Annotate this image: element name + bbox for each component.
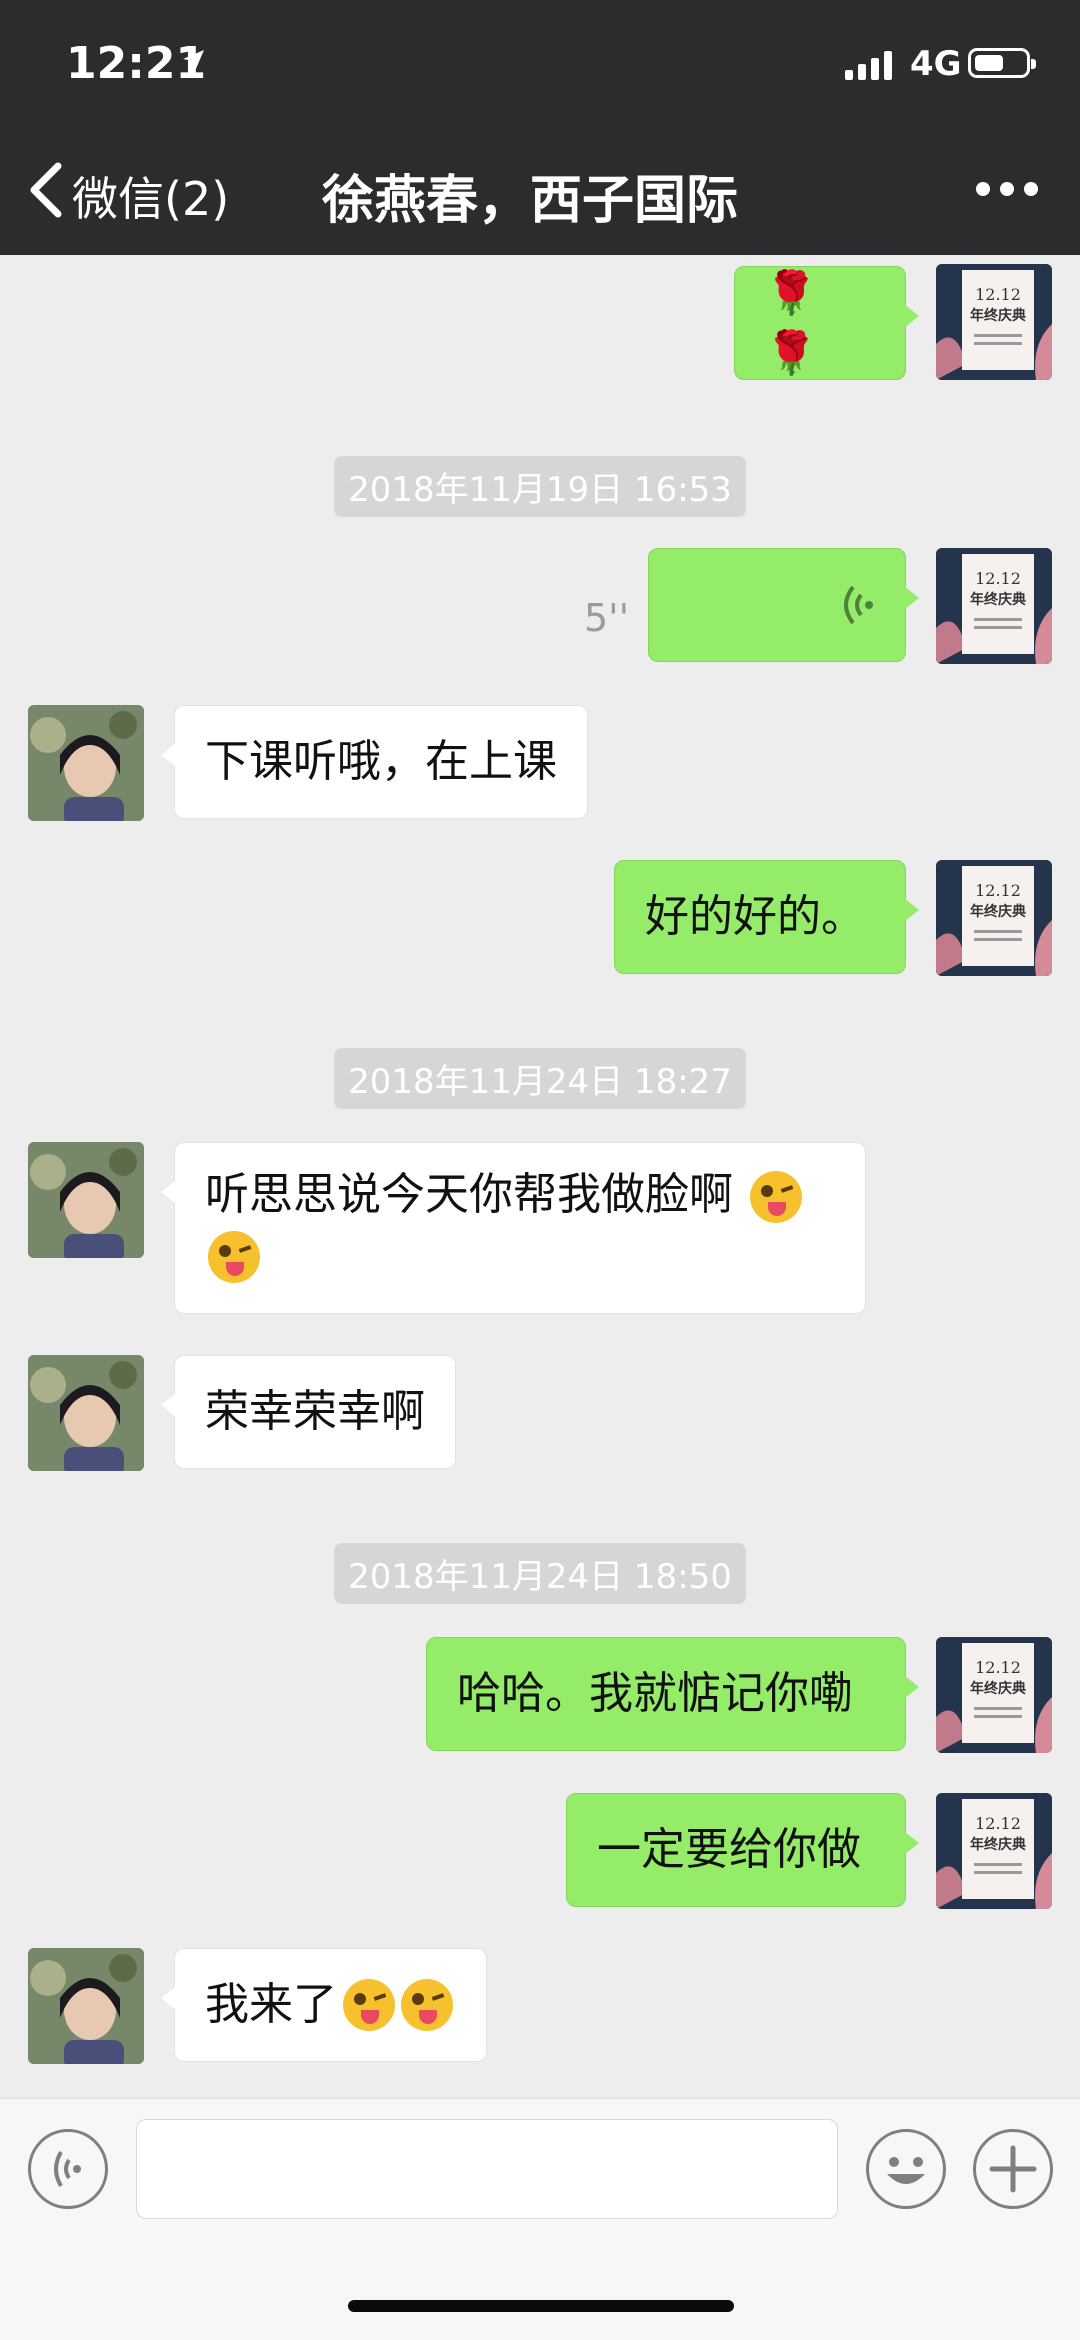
message-bubble-outgoing[interactable]: 一定要给你做 [566,1793,919,1907]
voice-mode-button[interactable] [28,2129,108,2209]
rose-emoji: 🌹🌹 [765,268,840,377]
network-type: 4G [910,44,962,84]
timestamp: 2018年11月24日 18:27 [334,1048,746,1109]
chat-title: 徐燕春，西子国际 [321,171,738,231]
avatar-text-2: 年终庆典 [970,903,1026,920]
message-bubble-outgoing[interactable]: 好的好的。 [614,860,919,974]
emoji-icon [887,2157,925,2184]
plus-icon [989,2145,1037,2193]
timestamp: 2018年11月24日 18:50 [334,1543,746,1604]
avatar-me[interactable]: 12.12 年终庆典 [936,1637,1052,1753]
avatar-friend[interactable] [28,1142,144,1258]
voice-mode-icon [54,2150,81,2188]
battery-icon [968,48,1036,78]
avatar-text-1: 12.12 [975,1814,1021,1833]
voice-message-bubble[interactable] [648,548,919,662]
message-bubble-incoming[interactable]: 我来了 [161,1948,487,2062]
message-text: 我来了 [205,1979,337,2030]
message-bubble-outgoing[interactable]: 🌹🌹 [734,266,919,380]
message-text: 听思思说今天你帮我做脸啊 [205,1169,733,1220]
avatar-friend[interactable] [28,1355,144,1471]
home-indicator[interactable] [348,2300,734,2312]
wink-tongue-emoji [401,1979,453,2031]
avatar-text-1: 12.12 [975,569,1021,588]
message-text: 下课听哦，在上课 [205,736,557,787]
message-input[interactable] [136,2119,838,2219]
timestamp: 2018年11月19日 16:53 [334,456,746,517]
avatar-text-1: 12.12 [975,1658,1021,1677]
signal-icon [845,50,892,80]
avatar-me[interactable]: 12.12 年终庆典 [936,264,1052,380]
avatar-friend[interactable] [28,705,144,821]
wink-tongue-emoji [208,1231,260,1283]
wink-tongue-emoji [750,1171,802,1223]
navigation-header: 12:21 4G 微信(2) 徐燕春，西子国际 [0,0,1080,255]
voice-wave-icon [844,585,873,625]
avatar-me[interactable]: 12.12 年终庆典 [936,1793,1052,1909]
wink-tongue-emoji [343,1979,395,2031]
emoji-button[interactable] [866,2129,946,2209]
message-bubble-outgoing[interactable]: 哈哈。我就惦记你嘞 [426,1637,919,1751]
more-icon[interactable] [976,182,1038,196]
message-text: 一定要给你做 [597,1824,861,1875]
avatar-me[interactable]: 12.12 年终庆典 [936,548,1052,664]
avatar-text-2: 年终庆典 [970,307,1026,324]
avatar-text-2: 年终庆典 [970,591,1026,608]
message-bubble-incoming[interactable]: 荣幸荣幸啊 [161,1355,456,1469]
voice-duration: 5'' [584,596,630,640]
avatar-text-2: 年终庆典 [970,1680,1026,1697]
message-bubble-incoming[interactable]: 下课听哦，在上课 [161,705,588,819]
avatar-text-2: 年终庆典 [970,1836,1026,1853]
location-arrow-icon [183,50,204,71]
message-text: 荣幸荣幸啊 [205,1386,425,1437]
avatar-text-1: 12.12 [975,285,1021,304]
avatar-friend[interactable] [28,1948,144,2064]
message-text: 好的好的。 [645,891,865,942]
message-text: 哈哈。我就惦记你嘞 [457,1668,853,1719]
message-bubble-incoming[interactable]: 听思思说今天你帮我做脸啊 [161,1142,866,1314]
avatar-text-1: 12.12 [975,881,1021,900]
more-actions-button[interactable] [973,2129,1053,2209]
avatar-me[interactable]: 12.12 年终庆典 [936,860,1052,976]
